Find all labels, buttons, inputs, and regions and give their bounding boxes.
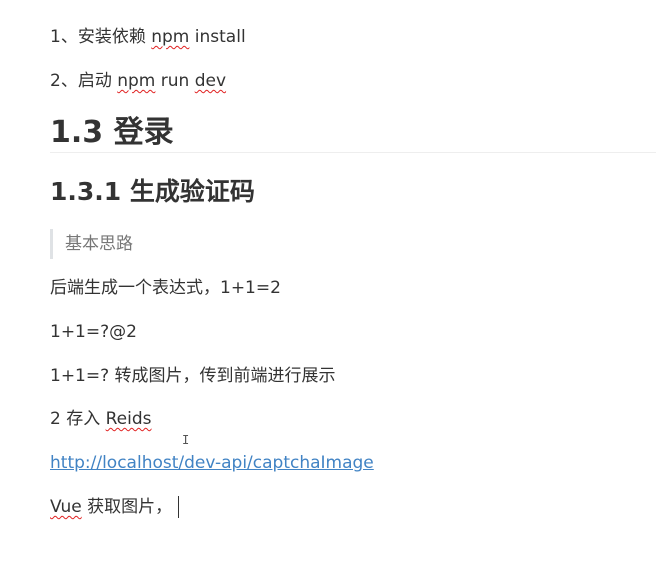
paragraph-convert-image[interactable]: 1+1=? 转成图片，传到前端进行展示 — [50, 365, 336, 387]
paragraph-vue[interactable]: Vue 获取图片， — [50, 496, 180, 518]
text-caret — [178, 496, 180, 518]
step-install-prefix: 1、安装依赖 — [50, 27, 152, 47]
heading-login[interactable]: 1.3 登录 — [50, 114, 174, 152]
spellcheck-word-dev[interactable]: dev — [195, 71, 226, 91]
vue-suffix: 获取图片， — [81, 497, 173, 517]
spellcheck-word-npm[interactable]: npm — [151, 27, 189, 47]
step-run-mid: run — [155, 71, 195, 91]
step-run-prefix: 2、启动 — [50, 71, 118, 91]
step-run-line[interactable]: 2、启动 npm run dev — [50, 70, 226, 92]
blockquote-text: 基本思路 — [65, 234, 133, 254]
paragraph-store-redis[interactable]: 2 存入 Reids — [50, 408, 152, 430]
blockquote-basic-idea[interactable]: 基本思路 — [50, 229, 133, 259]
spellcheck-word-reids[interactable]: Reids — [106, 409, 152, 429]
spellcheck-word-npm[interactable]: npm — [117, 71, 155, 91]
heading-divider — [50, 152, 656, 153]
i-beam-cursor-icon: I — [182, 433, 190, 447]
paragraph-format[interactable]: 1+1=?@2 — [50, 321, 137, 343]
captcha-image-link[interactable]: http://localhost/dev-api/captchaImage — [50, 453, 374, 473]
store-prefix: 2 存入 — [50, 409, 106, 429]
markdown-editor[interactable]: 1、安装依赖 npm install 2、启动 npm run dev 1.3 … — [0, 0, 656, 568]
heading-captcha[interactable]: 1.3.1 生成验证码 — [50, 176, 255, 208]
step-install-line[interactable]: 1、安装依赖 npm install — [50, 26, 246, 48]
paragraph-expression[interactable]: 后端生成一个表达式，1+1=2 — [50, 277, 281, 299]
step-install-suffix: install — [189, 27, 246, 47]
paragraph-link[interactable]: http://localhost/dev-api/captchaImage — [50, 452, 374, 474]
spellcheck-word-vue[interactable]: Vue — [50, 497, 82, 517]
